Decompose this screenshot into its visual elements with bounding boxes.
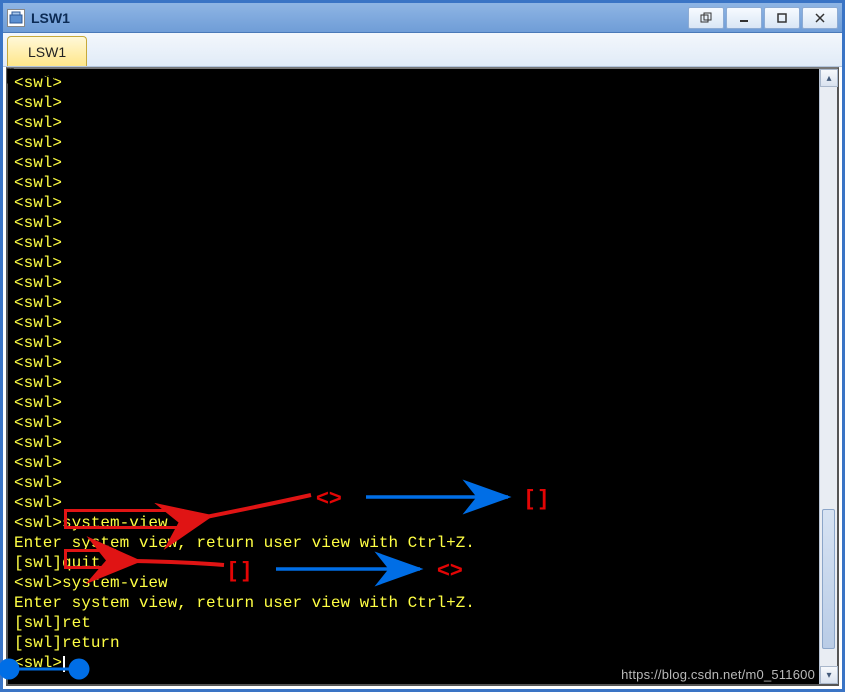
terminal-line: <swl> <box>14 653 813 673</box>
terminal-line: <swl> <box>14 233 813 253</box>
terminal-line: <swl> <box>14 193 813 213</box>
window-title: LSW1 <box>31 10 688 26</box>
terminal-line: <swl> <box>14 253 813 273</box>
terminal-line: [swl]quit <box>14 553 813 573</box>
terminal-line: Enter system view, return user view with… <box>14 593 813 613</box>
terminal-line: Enter system view, return user view with… <box>14 533 813 553</box>
terminal-line: <swl> <box>14 373 813 393</box>
terminal[interactable]: <swl><swl><swl><swl><swl><swl><swl><swl>… <box>8 69 819 684</box>
terminal-line: <swl> <box>14 493 813 513</box>
terminal-line: <swl> <box>14 273 813 293</box>
tab-label: LSW1 <box>28 44 66 60</box>
app-icon <box>7 9 25 27</box>
terminal-container: <swl><swl><swl><swl><swl><swl><swl><swl>… <box>6 67 839 686</box>
scroll-down-button[interactable]: ▾ <box>820 666 838 684</box>
minimize-button[interactable] <box>726 7 762 29</box>
terminal-line: <swl> <box>14 293 813 313</box>
maximize-button[interactable] <box>764 7 800 29</box>
scroll-thumb[interactable] <box>822 509 835 649</box>
terminal-line: <swl> <box>14 313 813 333</box>
window-buttons <box>688 7 838 29</box>
scroll-up-button[interactable]: ▴ <box>820 69 838 87</box>
terminal-line: <swl> <box>14 113 813 133</box>
close-button[interactable] <box>802 7 838 29</box>
terminal-line: <swl> <box>14 413 813 433</box>
terminal-line: <swl> <box>14 393 813 413</box>
tabstrip: LSW1 <box>3 33 842 67</box>
terminal-line: [swl]return <box>14 633 813 653</box>
terminal-line: <swl> <box>14 153 813 173</box>
terminal-line: <swl> <box>14 473 813 493</box>
window-frame: LSW1 LSW1 <swl><swl><swl><swl><swl><swl>… <box>0 0 845 692</box>
terminal-line: <swl>system-view <box>14 573 813 593</box>
titlebar: LSW1 <box>3 3 842 33</box>
cursor <box>63 656 65 672</box>
restore-overlap-button[interactable] <box>688 7 724 29</box>
tab-lsw1[interactable]: LSW1 <box>7 36 87 66</box>
scrollbar[interactable]: ▴ ▾ <box>819 69 837 684</box>
terminal-line: <swl> <box>14 333 813 353</box>
terminal-line: <swl>system-view <box>14 513 813 533</box>
terminal-line: <swl> <box>14 133 813 153</box>
terminal-line: <swl> <box>14 73 813 93</box>
terminal-line: <swl> <box>14 453 813 473</box>
terminal-line: <swl> <box>14 353 813 373</box>
terminal-line: <swl> <box>14 213 813 233</box>
terminal-line: <swl> <box>14 173 813 193</box>
terminal-line: [swl]ret <box>14 613 813 633</box>
terminal-line: <swl> <box>14 93 813 113</box>
terminal-line: <swl> <box>14 433 813 453</box>
